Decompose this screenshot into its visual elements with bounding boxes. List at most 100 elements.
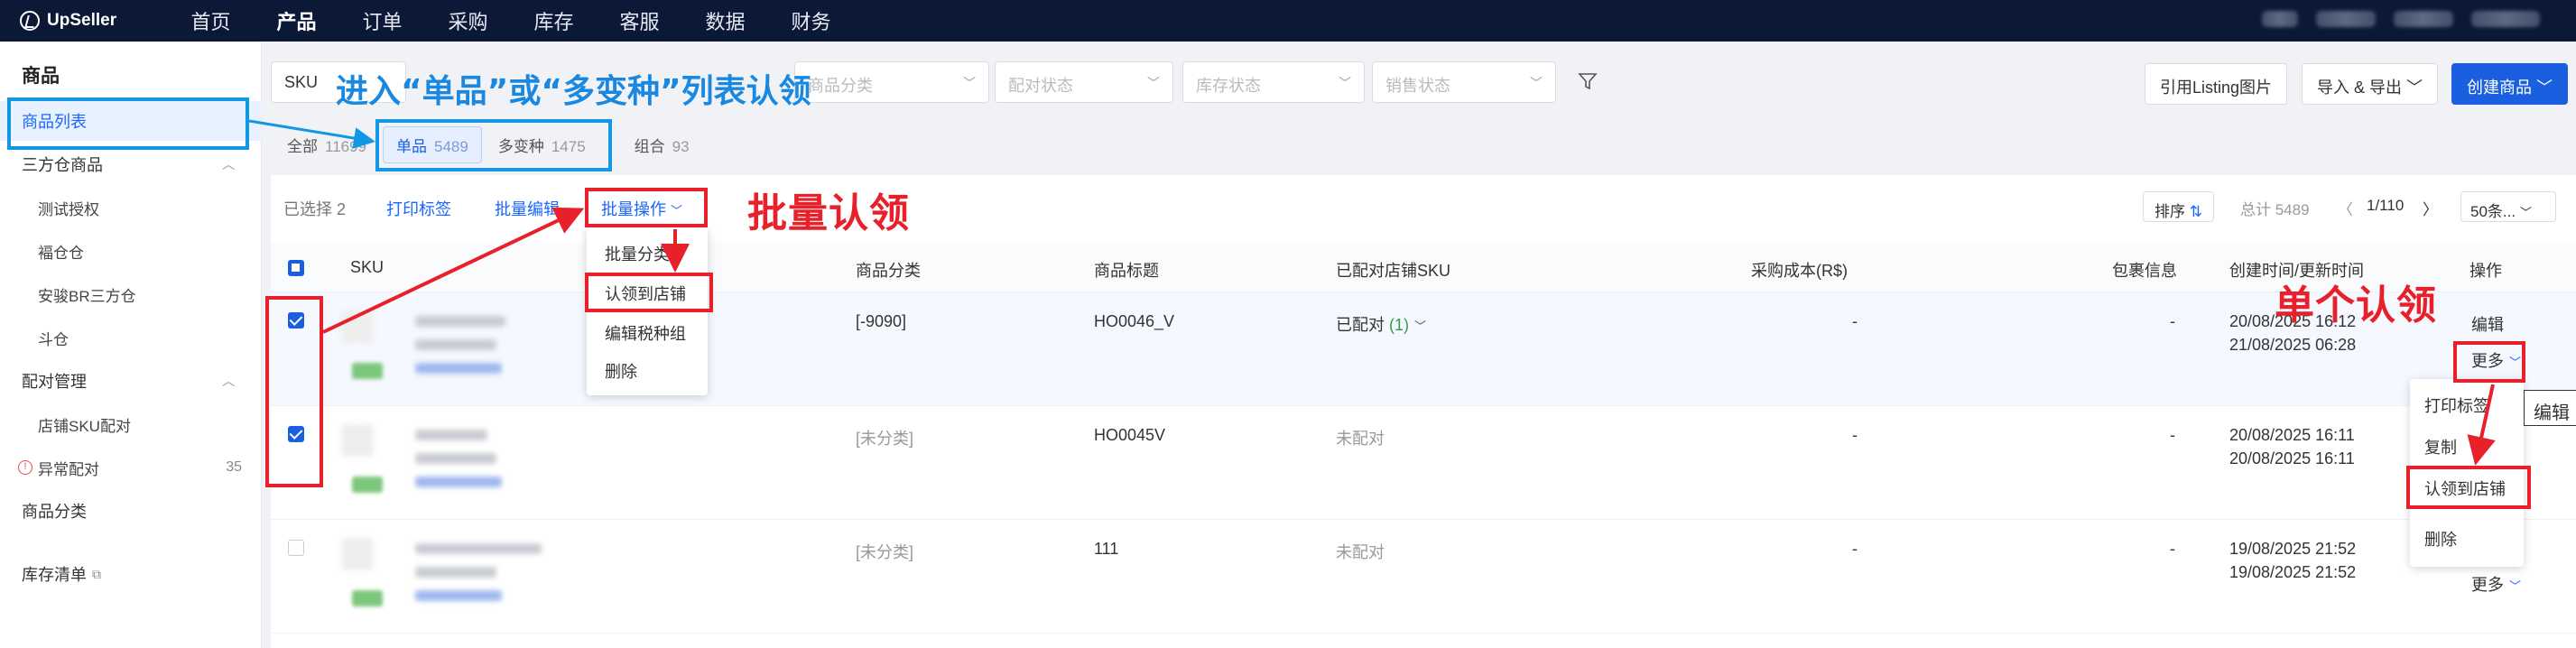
row-updated-time: 21/08/2025 06:28 [2229, 336, 2357, 354]
row-paired[interactable]: 已配对 (1) ﹀ [1336, 312, 1426, 336]
sidebar-item-shop-sku-pairing[interactable]: 店铺SKU配对 [0, 404, 262, 444]
sidebar-item-label: 配对管理 [22, 373, 87, 391]
menu-item-copy[interactable]: 复制 [2410, 435, 2524, 458]
sidebar-item-label: 异常配对 [38, 460, 99, 478]
table-row[interactable]: [未分类] 111 未配对 - - 19/08/2025 21:52 19/08… [271, 520, 2576, 634]
nav-home[interactable]: 首页 [168, 6, 254, 35]
paired-status: 已配对 [1336, 316, 1385, 334]
page-size-select[interactable]: 50条... ﹀ [2460, 191, 2556, 222]
row-title: 111 [1094, 540, 1119, 558]
sidebar-item-label: 安骏BR三方仓 [38, 287, 136, 305]
prev-page-icon[interactable]: 〈 [2338, 197, 2353, 219]
col-package-info: 包裹信息 [2112, 262, 2177, 280]
sidebar-item-abnormal-pairing[interactable]: ! 异常配对 35 [0, 448, 262, 487]
annotation-batch-claim: 批量认领 [747, 190, 910, 236]
sidebar-item-warehouse-1[interactable]: 褔仓仓 [0, 231, 262, 271]
sales-status-placeholder: 销售状态 [1385, 77, 1450, 95]
more-button[interactable]: 更多 ﹀ [2471, 572, 2521, 596]
row-cost: - [1852, 426, 1858, 444]
nav-inventory[interactable]: 库存 [511, 6, 597, 35]
row-package: - [2170, 540, 2175, 558]
status-badge [352, 590, 383, 606]
category-select[interactable]: 商品分类 ﹀ [794, 61, 989, 103]
sidebar-item-label: 库存清单 [22, 566, 87, 584]
row-package: - [2170, 426, 2175, 444]
nav-data[interactable]: 数据 [682, 6, 768, 35]
sidebar-item-anjun-br[interactable]: 安骏BR三方仓 [0, 274, 262, 314]
chevron-down-icon: ﹀ [2509, 579, 2522, 593]
blurred-sku [415, 430, 487, 440]
more-label: 更多 [2471, 576, 2504, 594]
blurred-sku [415, 339, 496, 350]
blurred-link[interactable] [415, 590, 502, 601]
upseller-logo[interactable]: UpSeller [20, 11, 164, 31]
nav-orders[interactable]: 订单 [339, 6, 425, 35]
product-thumbnail[interactable] [341, 538, 374, 570]
chevron-down-icon: ﹀ [1530, 76, 1543, 90]
tab-all[interactable]: 全部 11699 [287, 134, 366, 156]
create-product-button[interactable]: 创建商品 ﹀ [2451, 63, 2569, 105]
menu-item-batch-category[interactable]: 批量分类 [587, 242, 708, 265]
sidebar-item-pairing[interactable]: 配对管理 ︿ [0, 361, 262, 401]
row-cost: - [1852, 312, 1858, 330]
menu-item-print-label[interactable]: 打印标签 [2410, 393, 2524, 417]
stock-status-placeholder: 库存状态 [1196, 77, 1261, 95]
tab-label: 组合 [634, 137, 665, 155]
sidebar-item-inventory-list[interactable]: 库存清单 ⧉ [0, 554, 262, 594]
select-all-checkbox[interactable] [288, 260, 304, 276]
chevron-down-icon: ﹀ [2536, 79, 2553, 97]
tab-bundle[interactable]: 组合 93 [622, 127, 702, 162]
row-category: [未分类] [856, 430, 914, 448]
sidebar-item-dou-warehouse[interactable]: 斗仓 [0, 318, 262, 357]
sales-status-select[interactable]: 销售状态 ﹀ [1372, 61, 1556, 103]
sidebar-item-3pl-products[interactable]: 三方仓商品 ︿ [0, 144, 262, 184]
menu-item-delete[interactable]: 删除 [587, 359, 708, 383]
paired-count: (1) [1389, 316, 1410, 334]
nav-customer-service[interactable]: 客服 [597, 6, 682, 35]
sort-button[interactable]: 排序 ⇅ [2143, 191, 2214, 222]
abnormal-count: 35 [226, 459, 242, 475]
import-export-button[interactable]: 导入 & 导出 ﹀ [2302, 63, 2439, 105]
selected-count: 已选择 2 [283, 200, 347, 218]
chevron-down-icon: ﹀ [1147, 76, 1160, 90]
row-cost: - [1852, 540, 1858, 558]
cite-listing-images-button[interactable]: 引用Listing图片 [2145, 63, 2288, 105]
row-package: - [2170, 312, 2175, 330]
blurred-link[interactable] [415, 477, 502, 487]
tab-count: 93 [672, 137, 690, 155]
col-actions: 操作 [2469, 262, 2502, 280]
print-labels-button[interactable]: 打印标签 [386, 197, 451, 220]
user-area-blurred[interactable] [2262, 11, 2540, 27]
menu-item-edit-tax-group[interactable]: 编辑税种组 [587, 321, 708, 345]
nav-products[interactable]: 产品 [254, 6, 339, 35]
row-updated-time: 20/08/2025 16:11 [2229, 449, 2355, 467]
stock-status-select[interactable]: 库存状态 ﹀ [1182, 61, 1365, 103]
sidebar-item-test-auth[interactable]: 测试授权 [0, 188, 262, 227]
chevron-down-icon: ﹀ [1339, 76, 1351, 90]
nav-finance[interactable]: 财务 [768, 6, 854, 35]
sidebar-item-label: 店铺SKU配对 [38, 417, 131, 435]
product-thumbnail[interactable] [341, 310, 374, 343]
logo-icon [20, 11, 40, 31]
product-thumbnail[interactable] [341, 424, 374, 457]
filter-icon[interactable] [1578, 71, 1598, 91]
blurred-link[interactable] [415, 363, 502, 374]
tab-count: 11699 [325, 137, 367, 155]
table-row[interactable]: [未分类] HO0045V 未配对 - - 20/08/2025 16:11 2… [271, 406, 2576, 520]
status-badge [352, 363, 383, 379]
batch-edit-button[interactable]: 批量编辑 [495, 197, 560, 220]
sidebar-item-categories[interactable]: 商品分类 [0, 491, 262, 531]
col-title: 商品标题 [1094, 262, 1159, 280]
pair-status-select[interactable]: 配对状态 ﹀ [995, 61, 1173, 103]
chevron-down-icon: ﹀ [963, 76, 976, 90]
col-category: 商品分类 [856, 262, 921, 280]
row-checkbox[interactable] [288, 540, 304, 556]
edit-button[interactable]: 编辑 [2471, 312, 2504, 336]
menu-item-delete[interactable]: 删除 [2410, 527, 2524, 551]
next-page-icon[interactable]: 〉 [2423, 197, 2438, 219]
nav-purchase[interactable]: 采购 [425, 6, 511, 35]
category-placeholder: 商品分类 [808, 77, 873, 95]
annotation-box-checkboxes [265, 296, 323, 487]
sidebar-item-label: 三方仓商品 [22, 156, 103, 174]
annotation-box-product-list [7, 97, 249, 150]
